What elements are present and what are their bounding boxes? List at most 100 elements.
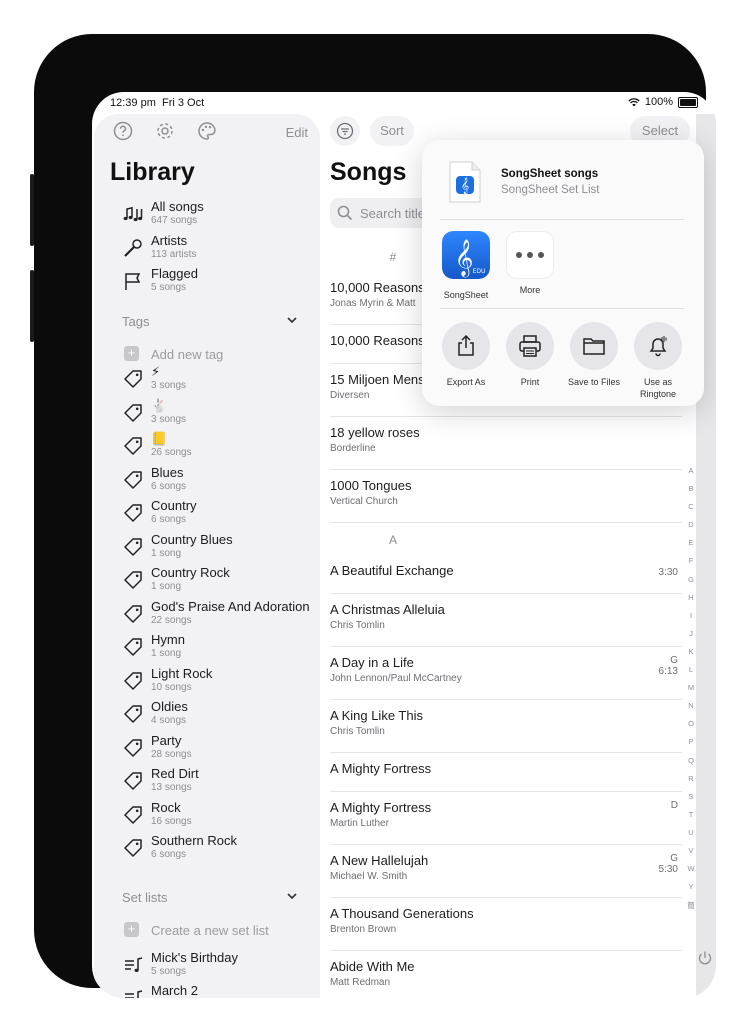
- action-label: Save to Files: [567, 377, 621, 387]
- tag-item[interactable]: ⚡ 3 songs: [122, 364, 312, 398]
- search-placeholder: Search titles: [360, 206, 432, 221]
- tag-item[interactable]: Southern Rock 6 songs: [122, 833, 312, 867]
- index-letter[interactable]: F: [685, 556, 697, 574]
- index-letter[interactable]: I: [685, 611, 697, 629]
- tag-icon: [122, 737, 144, 759]
- tag-icon: [122, 368, 144, 390]
- index-letter[interactable]: C: [685, 502, 697, 520]
- tags-section-header[interactable]: Tags: [122, 314, 298, 329]
- tag-name: Southern Rock: [151, 833, 237, 848]
- song-title: 1000 Tongues: [330, 478, 412, 493]
- tag-icon: [122, 603, 144, 625]
- tag-item[interactable]: Country 6 songs: [122, 498, 312, 532]
- song-row[interactable]: 18 yellow roses Borderline: [330, 417, 682, 470]
- volume-up-button: [30, 174, 34, 246]
- index-letter[interactable]: H: [685, 593, 697, 611]
- tag-item[interactable]: Light Rock 10 songs: [122, 666, 312, 700]
- library-item-all-songs[interactable]: All songs 647 songs: [122, 199, 312, 233]
- song-row[interactable]: 1000 Tongues Vertical Church: [330, 470, 682, 523]
- edit-button[interactable]: Edit: [286, 125, 308, 140]
- plus-icon: +: [124, 346, 139, 361]
- filter-button[interactable]: [330, 116, 360, 146]
- tag-name: Oldies: [151, 699, 188, 714]
- index-letter[interactable]: R: [685, 774, 697, 792]
- share-app-more[interactable]: More: [506, 231, 554, 295]
- index-letter[interactable]: J: [685, 629, 697, 647]
- tag-item[interactable]: Country Blues 1 song: [122, 532, 312, 566]
- song-artist: Michael W. Smith: [330, 871, 408, 882]
- index-letter[interactable]: W: [685, 864, 697, 882]
- print-button[interactable]: Print: [500, 322, 560, 388]
- tag-item[interactable]: Party 28 songs: [122, 733, 312, 767]
- setlist-item[interactable]: Mick's Birthday 5 songs: [122, 950, 312, 984]
- index-letter[interactable]: T: [685, 810, 697, 828]
- song-row[interactable]: A King Like This Chris Tomlin: [330, 700, 682, 753]
- song-title: A New Hallelujah: [330, 853, 429, 868]
- tag-item[interactable]: 🐇 3 songs: [122, 398, 312, 432]
- tag-count: 6 songs: [151, 849, 187, 860]
- index-letter[interactable]: S: [685, 792, 697, 810]
- index-letter[interactable]: Q: [685, 756, 697, 774]
- library-item-flagged[interactable]: Flagged 5 songs: [122, 266, 312, 300]
- tag-item[interactable]: Hymn 1 song: [122, 632, 312, 666]
- share-app-songsheet[interactable]: 𝄞 EDU SongSheet: [442, 231, 490, 300]
- tag-count: 1 song: [151, 648, 182, 659]
- index-letter[interactable]: G: [685, 575, 697, 593]
- tag-item[interactable]: Red Dirt 13 songs: [122, 766, 312, 800]
- music-list-icon: [125, 990, 143, 998]
- save-to-files-button[interactable]: Save to Files: [564, 322, 624, 388]
- song-row[interactable]: Abide With Me Matt Redman: [330, 951, 682, 998]
- tag-item[interactable]: Oldies 4 songs: [122, 699, 312, 733]
- song-row[interactable]: A Day in a Life John Lennon/Paul McCartne…: [330, 647, 682, 700]
- tag-item[interactable]: Country Rock 1 song: [122, 565, 312, 599]
- tag-icon: [122, 435, 144, 457]
- index-letter[interactable]: N: [685, 701, 697, 719]
- song-key: G: [670, 655, 678, 666]
- library-item-artists[interactable]: Artists 113 artists: [122, 233, 312, 267]
- share-sheet: 𝄞 SongSheet songs SongSheet Set List 𝄞 ED…: [422, 140, 704, 406]
- help-icon[interactable]: [112, 120, 134, 142]
- tag-icon: [122, 804, 144, 826]
- index-letter[interactable]: 簡: [685, 900, 697, 918]
- index-letter[interactable]: U: [685, 828, 697, 846]
- index-letter[interactable]: V: [685, 846, 697, 864]
- tag-name: Light Rock: [151, 665, 213, 681]
- index-letter[interactable]: O: [685, 719, 697, 737]
- song-title: A Day in a Life: [330, 655, 414, 670]
- song-row[interactable]: A Christmas Alleluia Chris Tomlin: [330, 594, 682, 647]
- document-icon: 𝄞: [449, 161, 481, 203]
- tag-item[interactable]: Blues 6 songs: [122, 465, 312, 499]
- index-letter[interactable]: E: [685, 538, 697, 556]
- song-artist: Jonas Myrin & Matt: [330, 298, 416, 309]
- index-letter[interactable]: M: [685, 683, 697, 701]
- song-row[interactable]: A Beautiful Exchange 3:30: [330, 555, 682, 594]
- tag-icon: [122, 569, 144, 591]
- song-row[interactable]: A Mighty Fortress: [330, 753, 682, 792]
- gear-icon[interactable]: [154, 120, 176, 142]
- export-as-button[interactable]: Export As: [436, 322, 496, 388]
- divider: [440, 308, 684, 309]
- alphabet-index[interactable]: ABCDEFGHIJKLMNOPQRSTUVWY簡: [685, 466, 697, 918]
- setlist-item[interactable]: March 2: [122, 983, 312, 998]
- song-duration: 5:30: [658, 864, 678, 875]
- index-letter[interactable]: Y: [685, 882, 697, 900]
- index-letter[interactable]: D: [685, 520, 697, 538]
- song-row[interactable]: A Mighty Fortress Martin Luther D: [330, 792, 682, 845]
- index-letter[interactable]: L: [685, 665, 697, 683]
- setlists-section-header[interactable]: Set lists: [122, 890, 298, 905]
- sort-button[interactable]: Sort: [370, 116, 414, 146]
- index-letter[interactable]: A: [685, 466, 697, 484]
- index-letter[interactable]: P: [685, 737, 697, 755]
- tag-count: 22 songs: [151, 614, 192, 626]
- create-set-list-label: Create a new set list: [151, 923, 269, 938]
- song-title: 10,000 Reasons: [330, 280, 425, 295]
- tag-item[interactable]: 📒 26 songs: [122, 431, 312, 465]
- song-row[interactable]: A Thousand Generations Brenton Brown: [330, 898, 682, 951]
- palette-icon[interactable]: [196, 120, 218, 142]
- tag-item[interactable]: Rock 16 songs: [122, 800, 312, 834]
- use-as-ringtone-button[interactable]: Use as Ringtone: [628, 322, 688, 400]
- index-letter[interactable]: B: [685, 484, 697, 502]
- index-letter[interactable]: K: [685, 647, 697, 665]
- song-row[interactable]: A New Hallelujah Michael W. Smith G 5:30: [330, 845, 682, 898]
- tag-item[interactable]: God's Praise And Adoration 22 songs: [122, 599, 312, 633]
